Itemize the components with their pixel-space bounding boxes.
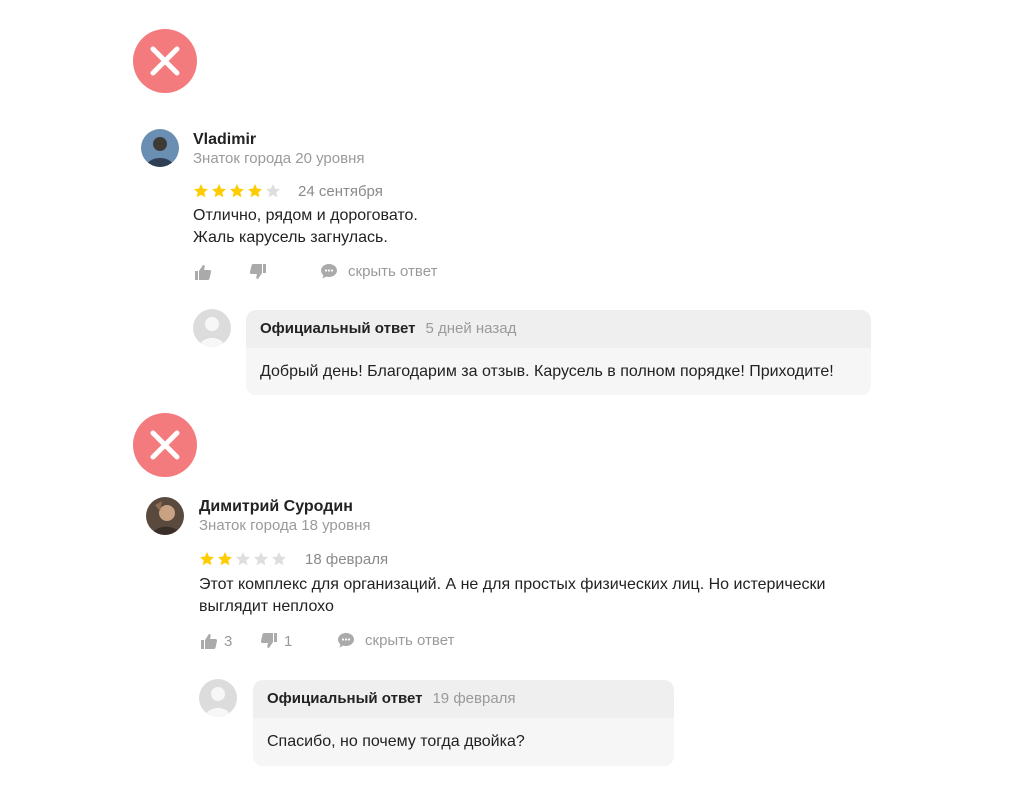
comment-icon — [321, 264, 337, 279]
official-reply-label: Официальный ответ — [260, 319, 416, 337]
like-count: 3 — [224, 632, 233, 650]
reject-mark-icon — [133, 29, 197, 93]
author-name[interactable]: Димитрий Суродин — [199, 498, 353, 516]
author-level: Знаток города 20 уровня — [193, 150, 365, 167]
thumbs-down-icon — [249, 264, 266, 279]
hide-reply-button[interactable]: скрыть ответ — [320, 262, 437, 280]
rating-stars — [193, 183, 281, 199]
star-empty-icon — [272, 552, 286, 566]
like-button[interactable] — [194, 263, 218, 281]
thumbs-up-icon — [201, 634, 218, 649]
author-avatar[interactable] — [141, 129, 179, 167]
review-text-line: Этот комплекс для организаций. А не для … — [199, 576, 826, 593]
reject-mark-icon — [133, 413, 197, 477]
review-text-line: Отлично, рядом и дороговато. — [193, 207, 418, 224]
official-reply-text: Добрый день! Благодарим за отзыв. Карусе… — [246, 348, 871, 395]
thumbs-down-icon — [260, 633, 277, 648]
hide-reply-label: скрыть ответ — [348, 262, 438, 280]
hide-reply-label: скрыть ответ — [365, 631, 455, 649]
official-reply-date: 19 февраля — [432, 689, 516, 707]
rating-stars — [199, 551, 287, 567]
official-reply-header: Официальный ответ 19 февраля — [253, 680, 674, 716]
author-avatar[interactable] — [146, 497, 184, 535]
dislike-button[interactable] — [249, 263, 273, 281]
hide-reply-button[interactable]: скрыть ответ — [337, 631, 454, 649]
star-filled-icon — [194, 184, 208, 198]
star-empty-icon — [254, 552, 268, 566]
official-reply-header: Официальный ответ 5 дней назад — [246, 310, 871, 346]
star-filled-icon — [212, 184, 226, 198]
dislike-count: 1 — [284, 632, 293, 650]
star-empty-icon — [266, 184, 280, 198]
company-avatar — [193, 309, 231, 347]
review-text-line: выглядит неплохо — [199, 598, 334, 615]
author-level: Знаток города 18 уровня — [199, 517, 371, 534]
company-avatar — [199, 679, 237, 717]
author-name[interactable]: Vladimir — [193, 131, 256, 149]
official-reply-label: Официальный ответ — [267, 689, 423, 707]
star-empty-icon — [236, 552, 250, 566]
review-date: 18 февраля — [305, 551, 389, 568]
review-text-line: Жаль карусель загнулась. — [193, 229, 388, 246]
thumbs-up-icon — [195, 265, 212, 280]
comment-icon — [338, 633, 354, 648]
official-reply-date: 5 дней назад — [425, 319, 517, 337]
dislike-button[interactable]: 1 — [260, 632, 292, 650]
star-filled-icon — [218, 552, 232, 566]
star-filled-icon — [200, 552, 214, 566]
review-text: Этот комплекс для организаций. А не для … — [199, 574, 826, 618]
official-reply: Официальный ответ 19 февраля Спасибо, но… — [253, 680, 674, 766]
like-button[interactable]: 3 — [200, 632, 232, 650]
star-filled-icon — [248, 184, 262, 198]
official-reply: Официальный ответ 5 дней назад Добрый де… — [246, 310, 871, 395]
review-text: Отлично, рядом и дороговато. Жаль карусе… — [193, 205, 418, 249]
review-date: 24 сентября — [298, 183, 383, 200]
official-reply-text: Спасибо, но почему тогда двойка? — [253, 718, 674, 766]
star-filled-icon — [230, 184, 244, 198]
